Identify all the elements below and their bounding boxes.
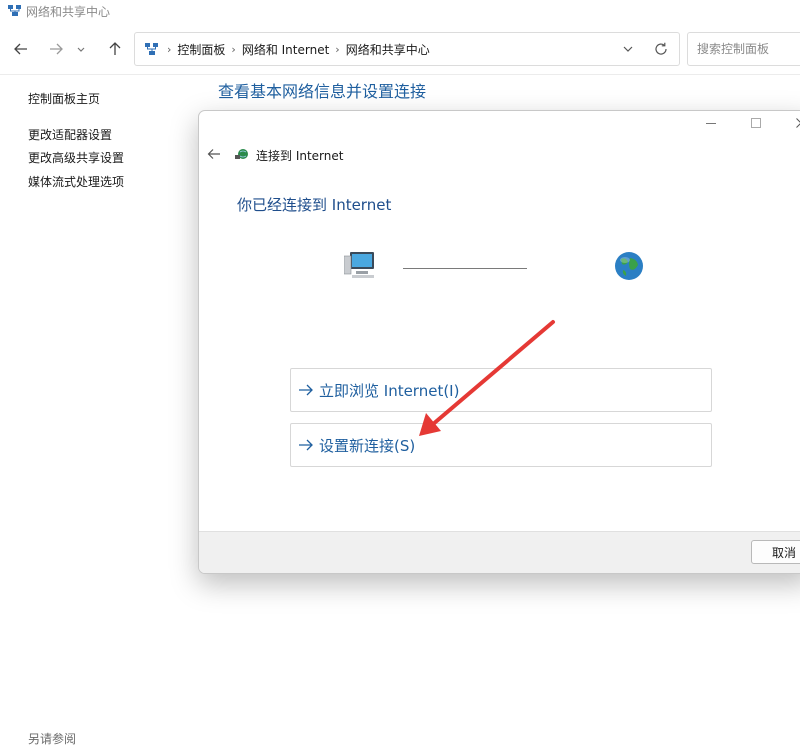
breadcrumb-separator: ›	[231, 42, 236, 56]
breadcrumb-network-sharing-center[interactable]: 网络和共享中心	[346, 41, 430, 58]
breadcrumb: › 控制面板 › 网络和 Internet › 网络和共享中心	[161, 33, 430, 65]
window-title-bar: 网络和共享中心	[0, 0, 800, 24]
minimize-icon[interactable]	[705, 117, 717, 129]
cancel-button[interactable]: 取消	[751, 540, 800, 564]
close-icon[interactable]	[795, 117, 800, 129]
toolbar-divider	[0, 74, 800, 75]
maximize-icon[interactable]	[750, 117, 762, 129]
connect-to-internet-dialog: 连接到 Internet 你已经连接到 Internet 立即浏览 Intern…	[198, 110, 800, 574]
page-heading: 查看基本网络信息并设置连接	[218, 82, 427, 101]
control-panel-icon	[145, 43, 158, 55]
search-box[interactable]	[687, 32, 800, 66]
forward-button[interactable]	[43, 36, 69, 62]
chevron-down-icon	[77, 47, 85, 52]
refresh-icon[interactable]	[653, 41, 669, 57]
connection-line	[403, 268, 527, 269]
breadcrumb-separator: ›	[335, 42, 340, 56]
sidebar-link-home[interactable]: 控制面板主页	[28, 90, 100, 107]
search-input[interactable]	[695, 41, 799, 57]
internet-globe-icon	[615, 252, 643, 280]
arrow-left-icon[interactable]	[207, 147, 221, 161]
network-globe-icon	[235, 149, 248, 159]
window-title: 网络和共享中心	[26, 5, 111, 19]
dialog-heading: 你已经连接到 Internet	[237, 196, 392, 214]
breadcrumb-control-panel[interactable]: 控制面板	[177, 41, 225, 58]
network-center-icon	[8, 5, 21, 16]
dialog-footer: 取消	[199, 531, 800, 573]
see-also-heading: 另请参阅	[28, 732, 77, 746]
address-bar[interactable]: › 控制面板 › 网络和 Internet › 网络和共享中心	[134, 32, 680, 66]
arrow-right-icon	[299, 384, 313, 396]
recent-locations-button[interactable]	[72, 36, 90, 62]
up-button[interactable]	[102, 36, 128, 62]
arrow-right-icon	[50, 43, 63, 55]
browse-internet-option[interactable]: 立即浏览 Internet(I)	[290, 368, 712, 412]
setup-new-connection-label: 设置新连接(S)	[319, 437, 416, 455]
setup-new-connection-option[interactable]: 设置新连接(S)	[290, 423, 712, 467]
browse-internet-label: 立即浏览 Internet(I)	[319, 382, 460, 400]
dialog-title: 连接到 Internet	[256, 149, 344, 163]
sidebar-link-advanced-sharing[interactable]: 更改高级共享设置	[28, 149, 124, 166]
breadcrumb-separator: ›	[167, 42, 172, 56]
arrow-right-icon	[299, 439, 313, 451]
arrow-up-icon	[109, 42, 121, 55]
computer-icon	[344, 252, 374, 278]
back-button[interactable]	[8, 36, 34, 62]
sidebar-link-adapter-settings[interactable]: 更改适配器设置	[28, 126, 112, 143]
arrow-left-icon	[14, 43, 27, 55]
chevron-down-icon[interactable]	[621, 42, 635, 56]
breadcrumb-network-internet[interactable]: 网络和 Internet	[242, 41, 329, 58]
sidebar-link-media-streaming[interactable]: 媒体流式处理选项	[28, 173, 124, 190]
